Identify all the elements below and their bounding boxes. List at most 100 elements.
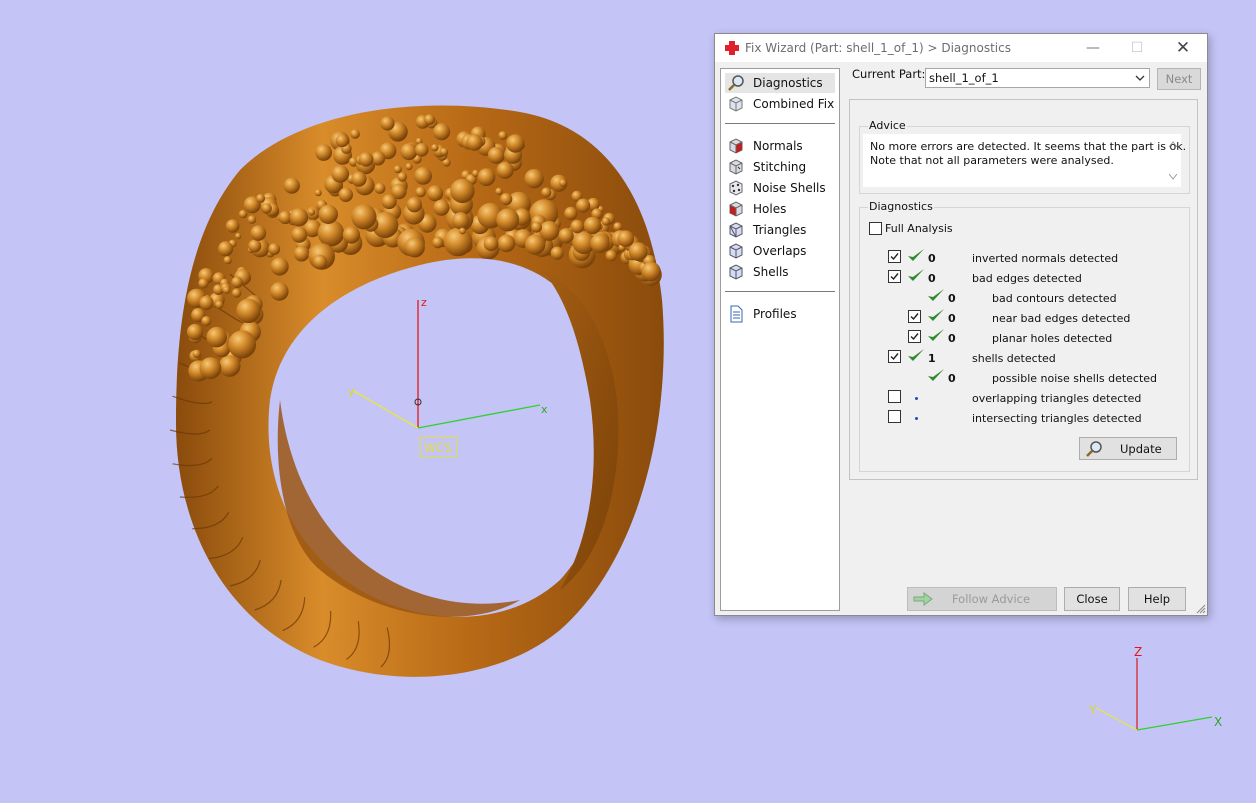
- ring-bead: [228, 330, 257, 359]
- row-checkbox[interactable]: [888, 270, 901, 283]
- current-part-value: shell_1_of_1: [929, 71, 999, 85]
- diagnostics-title: Diagnostics: [868, 200, 934, 213]
- nav-item-noise-shells[interactable]: Noise Shells: [725, 178, 835, 198]
- red-cross-icon: [725, 41, 739, 55]
- ring-bead: [498, 131, 508, 140]
- diagnostics-row: 0 bad edges detected: [715, 269, 1195, 288]
- ring-bead: [605, 250, 617, 262]
- row-count: 0: [948, 292, 956, 305]
- ring-bead: [293, 245, 310, 262]
- ring-bead: [433, 199, 450, 216]
- maximize-button[interactable]: ☐: [1115, 34, 1159, 62]
- full-analysis-checkbox[interactable]: [869, 222, 882, 235]
- row-checkbox[interactable]: [888, 410, 901, 423]
- ring-bead: [317, 219, 345, 247]
- ring-bead: [459, 227, 466, 235]
- ring-bead: [335, 134, 349, 148]
- ring-bead: [576, 198, 591, 213]
- ring-bead: [338, 187, 353, 202]
- minimize-icon: —: [1086, 40, 1100, 56]
- ring-bead: [223, 256, 232, 265]
- title-bar[interactable]: Fix Wizard (Part: shell_1_of_1) > Diagno…: [715, 34, 1207, 62]
- ring-bead: [289, 208, 309, 227]
- noise-shells-icon: [729, 180, 743, 196]
- help-button[interactable]: Help: [1128, 587, 1186, 611]
- checkmark-icon: [910, 333, 919, 341]
- advice-textbox[interactable]: No more errors are detected. It seems th…: [863, 134, 1186, 187]
- normals-cube-icon: [729, 138, 743, 154]
- next-button[interactable]: Next: [1157, 68, 1201, 90]
- ring-bead: [405, 163, 413, 171]
- row-count: 0: [948, 372, 956, 385]
- ring-bead: [404, 237, 425, 258]
- ring-bead: [531, 221, 542, 233]
- ring-bead: [525, 234, 546, 255]
- ring-bead: [393, 165, 402, 174]
- row-description: overlapping triangles detected: [972, 392, 1142, 405]
- ring-bead: [268, 243, 281, 256]
- close-label: Close: [1076, 592, 1108, 606]
- nav-item-normals[interactable]: Normals: [725, 136, 835, 156]
- ring-bead: [440, 147, 449, 156]
- chevron-down-icon: [1135, 75, 1145, 81]
- resize-grip-icon[interactable]: [1196, 604, 1206, 614]
- magnifier-icon: [728, 75, 744, 91]
- row-checkbox[interactable]: [908, 330, 921, 343]
- ring-bead: [358, 152, 374, 167]
- ring-bead: [397, 172, 408, 182]
- scroll-up-icon[interactable]: [1169, 141, 1177, 147]
- ring-bead: [315, 144, 332, 161]
- diagnostics-row: 0 possible noise shells detected: [715, 369, 1195, 388]
- ring-bead: [613, 222, 623, 232]
- current-part-select[interactable]: shell_1_of_1: [925, 68, 1150, 88]
- row-checkbox[interactable]: [888, 250, 901, 263]
- ring-bead: [477, 168, 496, 187]
- nav-item-combined-fix[interactable]: Combined Fix: [725, 94, 835, 114]
- close-button[interactable]: Close: [1064, 587, 1120, 611]
- ring-bead: [222, 286, 231, 294]
- row-count: 0: [948, 312, 956, 325]
- ring-bead: [564, 206, 578, 220]
- nav-item-stitching[interactable]: Stitching: [725, 157, 835, 177]
- close-window-button[interactable]: ✕: [1161, 34, 1205, 62]
- update-button[interactable]: Update: [1079, 437, 1177, 460]
- row-description: planar holes detected: [992, 332, 1113, 345]
- nav-item-triangles[interactable]: Triangles: [725, 220, 835, 240]
- ring-bead: [201, 316, 212, 326]
- row-checkbox[interactable]: [908, 310, 921, 323]
- ring-bead: [415, 186, 426, 198]
- scroll-down-icon[interactable]: [1169, 174, 1177, 180]
- triangles-cube-icon: [729, 222, 743, 238]
- nav-item-holes[interactable]: Holes: [725, 199, 835, 219]
- ring-bead: [291, 226, 308, 243]
- ring-bead: [318, 204, 338, 224]
- ring-bead: [206, 326, 227, 348]
- pending-dot-icon: [915, 417, 918, 420]
- wcs-z-label: z: [421, 296, 427, 309]
- ring-bead: [406, 197, 422, 213]
- ring-bead: [199, 295, 214, 310]
- ring-bead: [308, 208, 316, 216]
- corner-z-label: Z: [1134, 645, 1142, 659]
- ring-bead: [250, 225, 267, 241]
- follow-advice-label: Follow Advice: [951, 592, 1031, 606]
- row-checkbox[interactable]: [888, 350, 901, 363]
- ring-bead: [432, 236, 444, 249]
- follow-advice-button[interactable]: Follow Advice: [907, 587, 1057, 611]
- nav-item-diagnostics[interactable]: Diagnostics: [725, 73, 835, 93]
- minimize-button[interactable]: —: [1071, 34, 1115, 62]
- ring-bead: [312, 254, 328, 270]
- diagnostics-row: 0 bad contours detected: [715, 289, 1195, 308]
- row-description: intersecting triangles detected: [972, 412, 1142, 425]
- ring-bead: [351, 204, 377, 230]
- ring-bead: [601, 217, 611, 226]
- ring-bead: [541, 187, 552, 198]
- current-part-label: Current Part:: [852, 67, 926, 81]
- ring-bead: [351, 171, 367, 187]
- row-checkbox[interactable]: [888, 390, 901, 403]
- ring-bead: [199, 357, 222, 379]
- nav-separator: [725, 123, 835, 124]
- ring-bead: [186, 323, 204, 341]
- ring-bead: [431, 144, 439, 152]
- ring-bead: [496, 161, 514, 179]
